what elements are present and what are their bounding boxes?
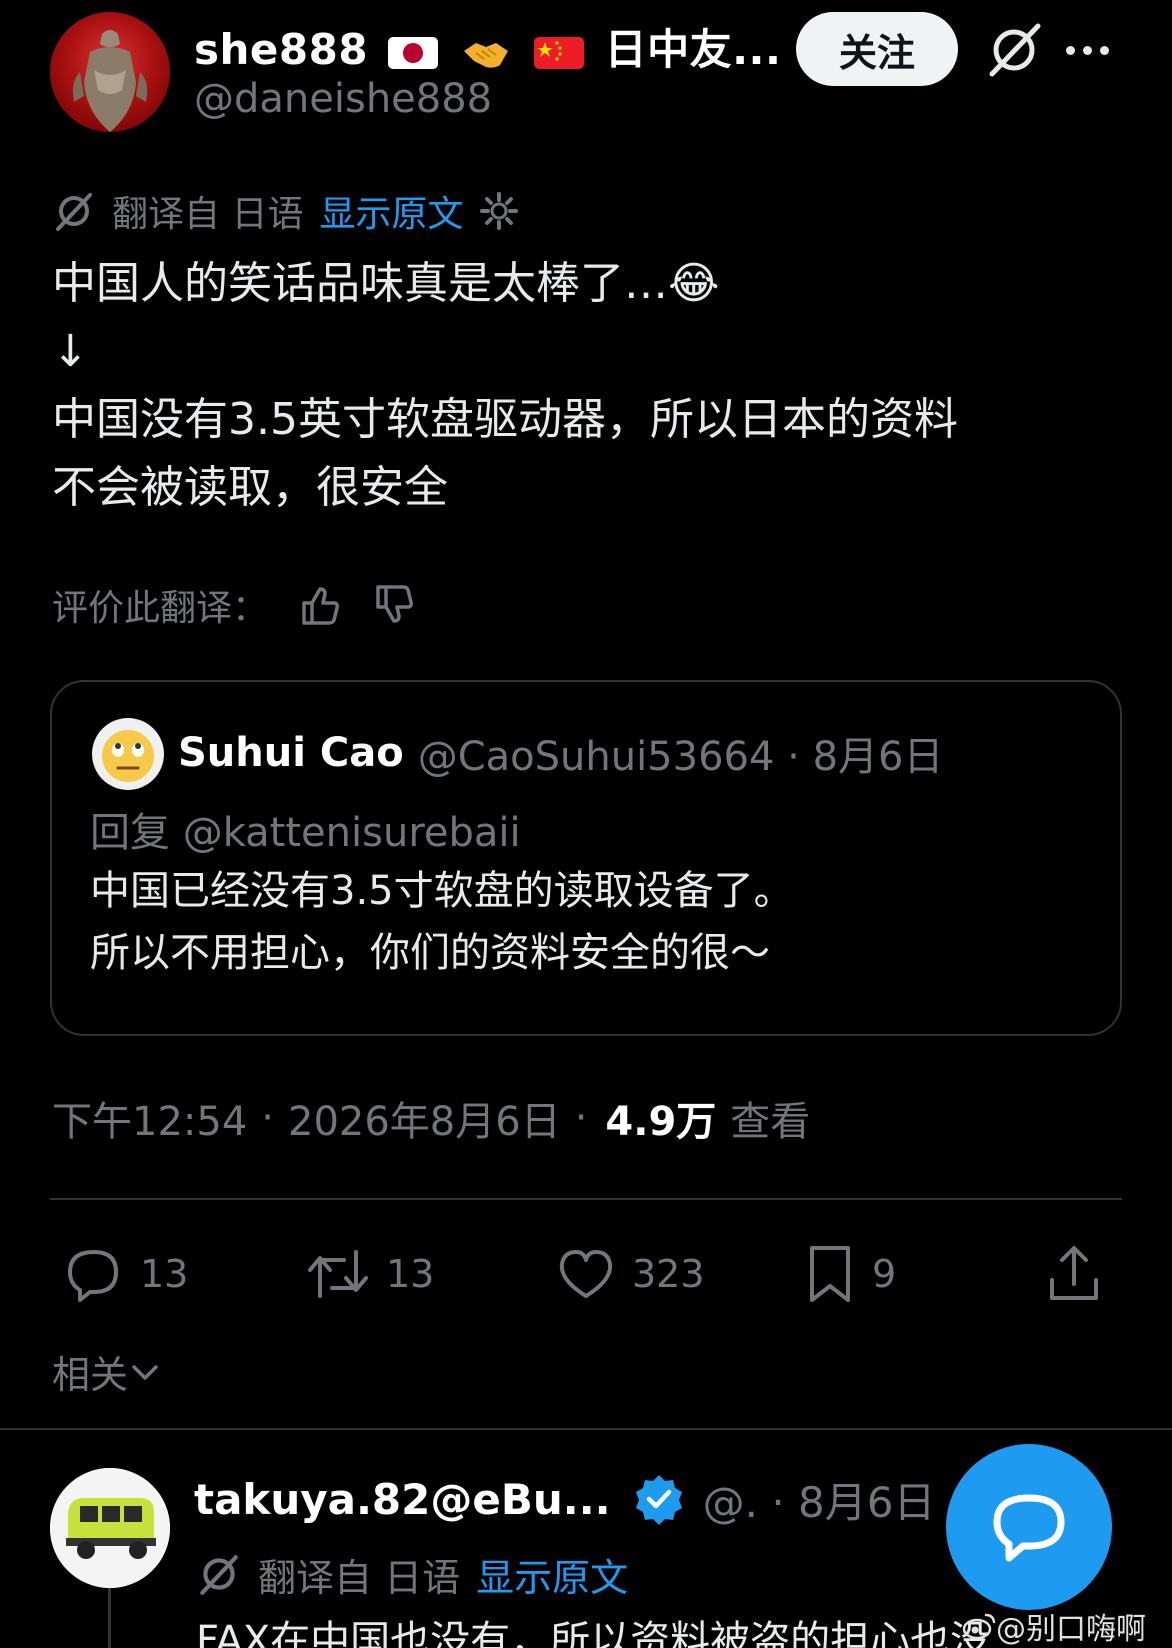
share-button[interactable]	[1044, 1236, 1120, 1312]
tweet-line: 中国没有3.5英寸软盘驱动器，所以日本的资料	[52, 394, 958, 445]
tweet-line: 中国人的笑话品味真是太棒了…😂	[52, 258, 720, 309]
rate-label: 评价此翻译：	[52, 588, 269, 629]
heart-icon	[559, 1250, 613, 1298]
author-handle[interactable]: @daneishe888	[194, 76, 492, 122]
rolling-eyes-emoji-icon	[102, 730, 154, 782]
translation-label: 翻译自 日语	[112, 194, 304, 235]
reply-button[interactable]: 13	[64, 1236, 188, 1312]
bookmark-button[interactable]: 9	[804, 1236, 896, 1312]
reply-translation-label: 翻译自 日语	[258, 1555, 461, 1600]
action-bar: 13 13 323 9	[50, 1236, 1122, 1312]
more-options-icon[interactable]	[1066, 28, 1122, 72]
tweet-line: ↓	[52, 326, 89, 377]
repost-button[interactable]: 13	[306, 1236, 434, 1312]
author-display-name[interactable]: she888 日中友...	[194, 16, 781, 77]
quoted-author-name[interactable]: Suhui Cao	[178, 730, 404, 776]
quoted-text: 中国已经没有3.5寸软盘的读取设备了。 所以不用担心，你们的资料安全的很～	[90, 860, 794, 984]
handshake-icon	[464, 42, 509, 68]
thumbs-up-icon[interactable]	[298, 583, 342, 627]
related-label: 相关	[52, 1353, 129, 1397]
verified-badge-icon	[635, 1475, 682, 1525]
views-label: 查看	[730, 1099, 811, 1145]
thread-line	[108, 1588, 111, 1648]
views-count: 4.9万	[605, 1099, 717, 1145]
reply-show-original-link[interactable]: 显示原文	[476, 1547, 628, 1602]
thumbs-down-icon[interactable]	[372, 583, 416, 627]
weibo-watermark: @别口嗨啊	[962, 1604, 1146, 1648]
van-image	[50, 1468, 170, 1588]
reply-author-avatar[interactable]	[50, 1468, 170, 1588]
reply-header: takuya.82@eBu... @. · 8月6日	[194, 1468, 936, 1530]
like-button[interactable]: 323	[556, 1236, 705, 1312]
meta-separator: ·	[261, 1095, 274, 1141]
quoted-line: 所以不用担心，你们的资料安全的很～	[90, 930, 770, 976]
quoted-reply-to[interactable]: 回复 @kattenisurebaii	[90, 800, 521, 858]
reply-author-name[interactable]: takuya.82@eBu...	[194, 1475, 611, 1524]
chevron-down-icon	[132, 1364, 158, 1380]
chat-bubble-icon	[993, 1494, 1065, 1562]
compose-message-button[interactable]	[946, 1444, 1112, 1610]
tweet-text: 中国人的笑话品味真是太棒了…😂 ↓ 中国没有3.5英寸软盘驱动器，所以日本的资料…	[52, 250, 1122, 522]
share-icon	[1050, 1246, 1098, 1300]
bookmark-icon	[810, 1246, 850, 1302]
quoted-line: 中国已经没有3.5寸软盘的读取设备了。	[90, 868, 794, 914]
quoted-author-meta: @CaoSuhui53664 · 8月6日	[417, 734, 944, 780]
reply-translation-info: 翻译自 日语 显示原文	[196, 1546, 628, 1602]
china-flag-icon	[534, 36, 585, 69]
tweet-time[interactable]: 下午12:54	[52, 1089, 247, 1147]
grok-translate-icon	[56, 193, 92, 231]
rate-translation: 评价此翻译：	[52, 580, 416, 630]
reply-icon	[68, 1250, 118, 1302]
repost-icon	[308, 1250, 368, 1298]
related-toggle[interactable]: 相关	[52, 1344, 162, 1399]
divider	[0, 1428, 1172, 1430]
watermark-text: @别口嗨啊	[996, 1612, 1146, 1647]
gear-icon[interactable]	[479, 191, 519, 231]
quoted-header: Suhui Cao @CaoSuhui53664 · 8月6日	[178, 720, 943, 786]
quoted-tweet-card[interactable]: Suhui Cao @CaoSuhui53664 · 8月6日 回复 @katt…	[50, 680, 1122, 1036]
meta-separator: ·	[574, 1095, 588, 1141]
like-count: 323	[632, 1252, 705, 1296]
tweet-meta: 下午12:54 · 2026年8月6日 · 4.9万 查看	[52, 1088, 810, 1148]
weibo-logo-icon	[962, 1613, 996, 1640]
divider	[50, 1198, 1122, 1200]
grok-translate-icon	[200, 1555, 238, 1595]
quoted-author-avatar[interactable]	[92, 718, 164, 790]
tweet-line: 不会被读取，很安全	[52, 462, 448, 513]
translation-info: 翻译自 日语 显示原文	[52, 186, 519, 236]
grok-icon[interactable]	[984, 20, 1044, 80]
statue-image	[72, 30, 148, 132]
tweet-date[interactable]: 2026年8月6日	[288, 1089, 561, 1147]
japan-flag-icon	[388, 36, 439, 69]
follow-button[interactable]: 关注	[796, 12, 958, 86]
repost-count: 13	[386, 1252, 435, 1296]
reply-meta: @. · 8月6日	[702, 1477, 936, 1527]
reply-count: 13	[140, 1252, 189, 1296]
show-original-link[interactable]: 显示原文	[319, 185, 463, 237]
reply-text: FAX在中国也没有，所以资料被盗的担心也没	[196, 1618, 991, 1648]
author-avatar[interactable]	[50, 12, 170, 132]
bookmark-count: 9	[872, 1252, 897, 1296]
